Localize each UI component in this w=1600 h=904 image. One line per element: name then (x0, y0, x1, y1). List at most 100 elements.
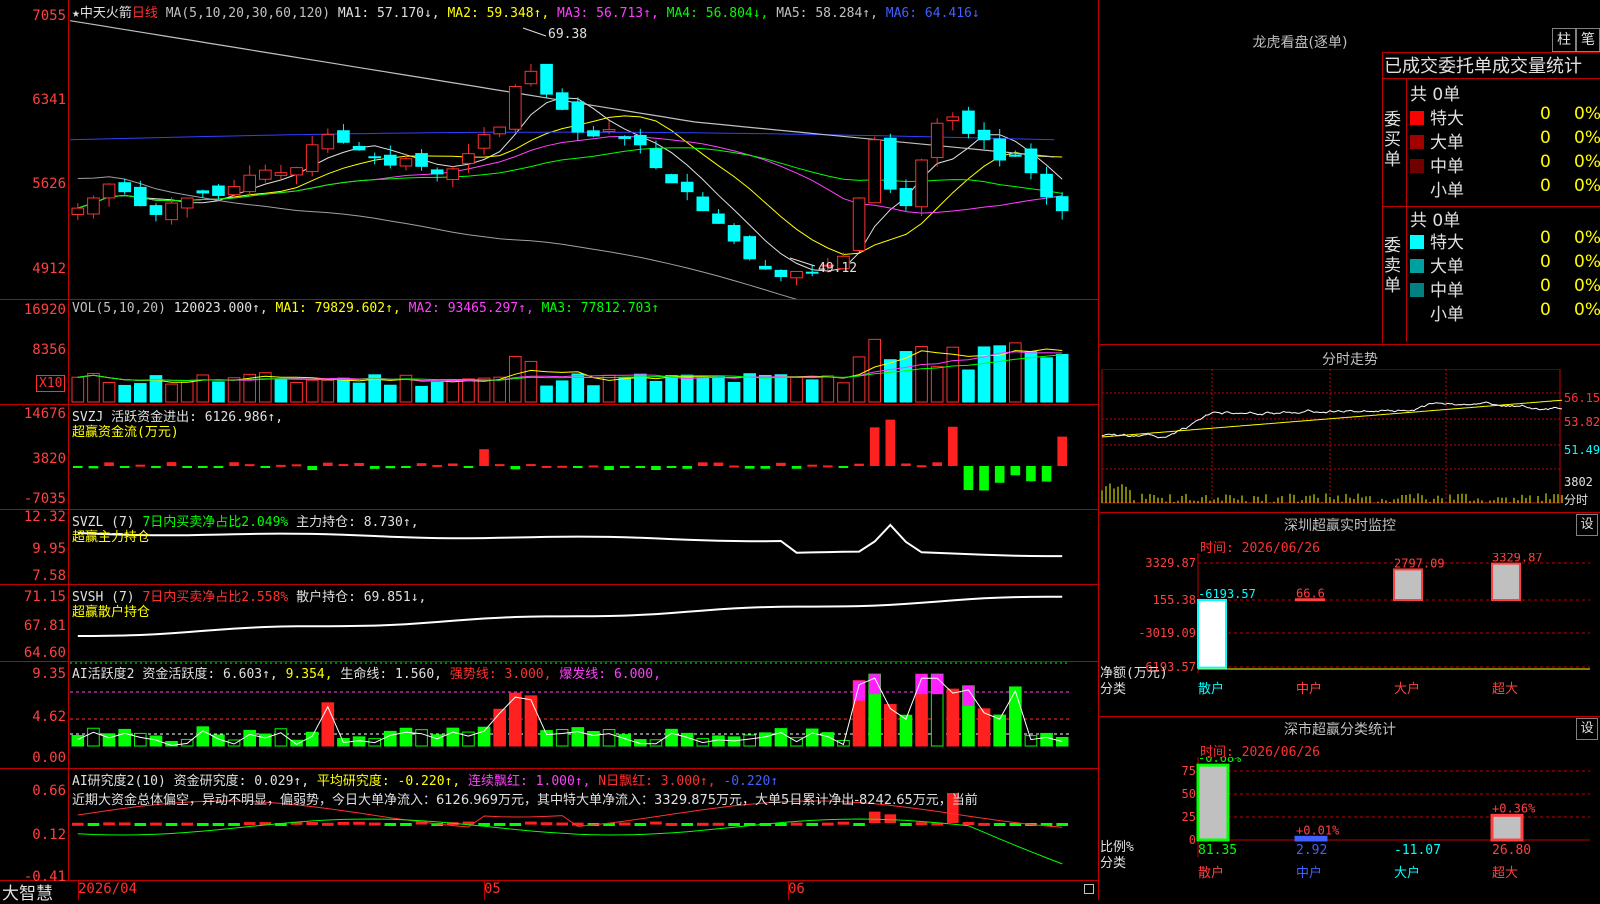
bar-mode-button[interactable]: 柱 (1552, 28, 1576, 52)
research-bar (540, 822, 553, 826)
period-label[interactable]: 日线 (132, 6, 158, 21)
row-count: 0 (1540, 228, 1551, 248)
vol-ma-line (77, 351, 1063, 382)
research-bar (712, 822, 725, 826)
sz-monitor-panel[interactable]: 深圳超赢实时监控 设 时间: 2026/06/26 3329.87 155.38-… (1100, 512, 1600, 717)
candle-up (259, 169, 272, 180)
sz-bar-chart[interactable]: 3329.87155.38-3019.09-6193.57净额(万元)分类-61… (1100, 553, 1600, 717)
flow-bar (151, 466, 161, 469)
row-percent: 0% (1574, 228, 1600, 248)
flow-bar (432, 464, 442, 467)
candle-down (352, 145, 366, 151)
activity-bar (946, 688, 960, 747)
activity-bar (1009, 686, 1022, 747)
app-name: 大智慧 (2, 884, 53, 904)
y-tick: 8356 (32, 342, 66, 358)
candle-up (493, 126, 506, 135)
row-percent: 0% (1574, 128, 1600, 148)
row-name: 大单 (1430, 133, 1464, 153)
intraday-tick: 51.49 (1564, 443, 1600, 457)
cls-category: 超大 (1492, 866, 1518, 881)
y-tick: 7055 (32, 8, 66, 24)
flow-bar (213, 466, 224, 468)
lock-icon[interactable] (1084, 884, 1094, 894)
flow-bar (291, 464, 302, 467)
flow-bar (494, 464, 505, 467)
candle-down (540, 63, 553, 95)
flow-bar (260, 466, 271, 468)
tick-mode-button[interactable]: 笔 (1576, 28, 1600, 52)
candle-up (290, 167, 303, 176)
sz-category: 超大 (1492, 682, 1518, 697)
vol-label: VOL(5,10,20) (72, 301, 166, 316)
ai-research-panel[interactable]: AI研究度2(10) 资金研究度: 0.029↑, 平均研究度: -0.220↑… (0, 768, 1098, 884)
intraday-chart[interactable] (1100, 369, 1600, 513)
cls-bar-value: 26.80 (1492, 843, 1531, 858)
flow-bar (619, 466, 630, 468)
main-chart-panel[interactable]: ★中天火箭日线 MA(5,10,20,30,60,120) MA1: 57.17… (0, 0, 1098, 300)
volume-bar (212, 381, 225, 403)
date-label: 2026/04 (78, 881, 138, 897)
svsh-panel[interactable]: SVSH (7) 7日内买卖净占比2.558% 散户持仓: 69.851↓, 超… (0, 584, 1098, 662)
flow-bar (651, 466, 661, 471)
y-tick: 6341 (32, 92, 66, 108)
activity-bar (384, 730, 397, 747)
sz-class-panel[interactable]: 深市超赢分类统计 设 时间: 2026/06/26 75 50 25 0 比例% 分类 -0… (1100, 716, 1600, 901)
volume-bar (759, 374, 772, 403)
research-bar (197, 823, 209, 826)
volume-header: VOL(5,10,20) 120023.000↑, MA1: 79829.602… (72, 301, 659, 316)
sz-settings-button[interactable]: 设 (1576, 514, 1598, 536)
ma-value-5: MA5: 58.284↑, (768, 6, 878, 21)
volume-bar (524, 360, 538, 403)
row-name: 特大 (1430, 233, 1464, 253)
volume-panel[interactable]: VOL(5,10,20) 120023.000↑, MA1: 79829.602… (0, 299, 1098, 405)
candle-down (1040, 173, 1053, 198)
volume-bar (884, 359, 897, 403)
activity-bar (993, 714, 1006, 747)
intraday-panel[interactable]: 分时走势 56.15 53.82 51.49 3802 分时 (1100, 344, 1600, 513)
flow-bar (463, 466, 474, 468)
flow-bar (604, 466, 614, 470)
research-bar (165, 823, 178, 826)
volume-bar (712, 376, 725, 403)
volume-bar (790, 376, 803, 403)
candle-down (1009, 154, 1022, 157)
volume-bar (852, 356, 866, 403)
color-swatch (1410, 235, 1424, 249)
cls-settings-button[interactable]: 设 (1576, 718, 1598, 740)
activity-bar (305, 731, 319, 747)
volume-bar (555, 380, 569, 403)
row-count: 0 (1540, 152, 1551, 172)
sz-bar-label: 2797.09 (1394, 556, 1445, 570)
volume-bar (87, 372, 100, 403)
volume-bar (1024, 351, 1038, 403)
activity-bar (821, 732, 835, 747)
svzl-panel[interactable]: SVZL (7) 7日内买卖净占比2.049% 主力持仓: 8.730↑, 超赢… (0, 509, 1098, 585)
flow-bar (635, 466, 646, 468)
row-count: 0 (1540, 300, 1551, 320)
volume-bar (337, 377, 350, 403)
y-tick: 64.60 (23, 645, 66, 661)
color-swatch (1410, 307, 1424, 321)
activity-bar (587, 730, 600, 747)
candlestick-chart[interactable] (70, 0, 1098, 299)
ai-activity-panel[interactable]: AI活跃度2 资金活跃度: 6.603↑, 9.354, 生命线: 1.560,… (0, 661, 1098, 769)
activity-bar (540, 730, 553, 747)
research-bar (212, 823, 225, 826)
svzj-panel[interactable]: SVZJ 活跃资金进出: 6126.986↑, 超赢资金流(万元) 14676 … (0, 404, 1098, 510)
main-chart-header: ★中天火箭日线 MA(5,10,20,30,60,120) MA1: 57.17… (72, 6, 980, 21)
color-swatch (1410, 111, 1424, 125)
candle-up (915, 159, 928, 208)
vol-ma2: MA2: 93465.297↑, (408, 301, 534, 316)
buy-row: 大单 0 0% (1410, 128, 1600, 153)
candle-up (102, 183, 116, 199)
cls-bar-chart[interactable]: 75 50 25 0 比例%分类 -0.68% 81.35 散户 +0.01% 2.92 中户 -11… (1100, 757, 1600, 901)
price-line (1101, 401, 1563, 439)
volume-bar (837, 382, 850, 403)
flow-bar (401, 466, 411, 468)
ma-value-2: MA2: 59.348↑, (439, 6, 550, 21)
candle-down (415, 153, 428, 167)
flow-bar (963, 466, 974, 491)
activity-bar (259, 733, 272, 747)
candle-up (930, 122, 944, 159)
